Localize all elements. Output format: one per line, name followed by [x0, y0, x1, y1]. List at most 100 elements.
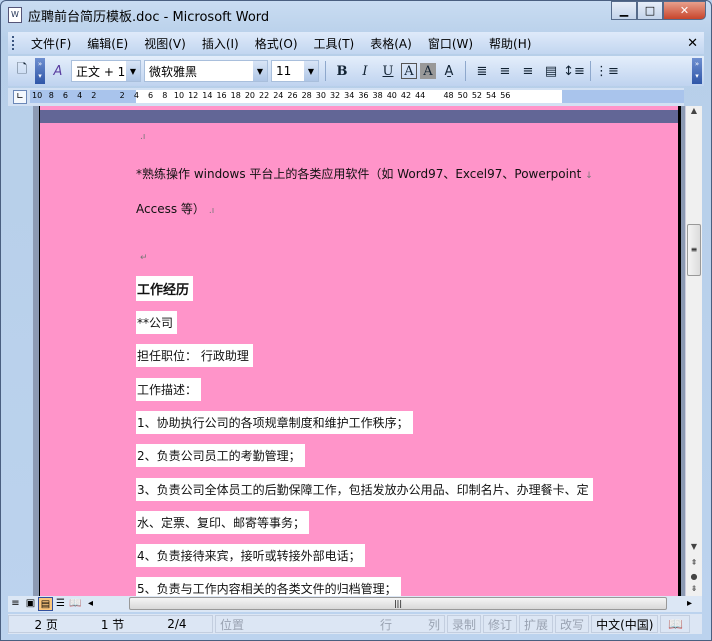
print-view-icon[interactable]: ▤ [38, 597, 53, 611]
menu-bar: 文件(F) 编辑(E) 视图(V) 插入(I) 格式(O) 工具(T) 表格(A… [8, 32, 704, 54]
ruler-number: 50 [457, 91, 468, 100]
document-page[interactable]: .ı *熟练操作 windows 平台上的各类应用软件（如 Word97、Exc… [39, 106, 681, 596]
ruler-number: 28 [301, 91, 312, 100]
chevron-down-icon[interactable]: ▼ [126, 61, 140, 81]
font-select[interactable]: 微软雅黑 ▼ [144, 60, 268, 82]
spelling-check-icon[interactable]: 📖 [660, 615, 691, 633]
vertical-scrollbar[interactable]: ▲ ≡ ▼ ⇞ ● ⇟ [685, 106, 702, 596]
style-value: 正文 + 11 [76, 64, 133, 79]
menu-format[interactable]: 格式(O) [247, 35, 306, 52]
ruler-number: 2 [119, 91, 125, 100]
empty-paragraph: ↵ [136, 249, 148, 263]
ruler-number: 34 [344, 91, 355, 100]
new-document-icon[interactable]: 🗋 [12, 61, 32, 81]
ruler-number: 38 [372, 91, 383, 100]
toolbar-grip[interactable] [12, 36, 15, 50]
window-title: 应聘前台简历模板.doc - Microsoft Word [28, 9, 270, 25]
skills-line-1: *熟练操作 windows 平台上的各类应用软件（如 Word97、Excel9… [136, 167, 593, 181]
menu-window[interactable]: 窗口(W) [420, 35, 481, 52]
ruler-number: 30 [315, 91, 326, 100]
horizontal-scroll-thumb[interactable]: ||| [129, 597, 667, 610]
duty-item: 2、负责公司员工的考勤管理； [136, 444, 305, 467]
extend-indicator[interactable]: 扩展 [519, 615, 554, 633]
scroll-up-arrow[interactable]: ▲ [686, 106, 702, 115]
ruler-number: 8 [48, 91, 54, 100]
style-select[interactable]: 正文 + 11 ▼ [71, 60, 141, 82]
scroll-thumb[interactable]: ≡ [687, 224, 701, 276]
menu-insert[interactable]: 插入(I) [194, 35, 247, 52]
scroll-left-arrow[interactable]: ◂ [83, 597, 98, 611]
menu-help[interactable]: 帮助(H) [481, 35, 539, 52]
record-indicator[interactable]: 录制 [447, 615, 482, 633]
section-heading: 工作经历 [136, 276, 194, 301]
align-justify-icon[interactable]: ≣ [472, 61, 492, 81]
font-size-value: 11 [276, 64, 292, 78]
formatting-toolbar: 🗋 » ▾ A 正文 + 11 ▼ 微软雅黑 ▼ 11 ▼ B I U A A A̱ ≣… [8, 56, 704, 86]
outline-view-icon[interactable]: ☰ [53, 597, 68, 611]
bold-button[interactable]: B [332, 61, 352, 81]
paragraph-mark: .ı [140, 132, 146, 142]
document-area[interactable]: .ı *熟练操作 windows 平台上的各类应用软件（如 Word97、Exc… [33, 106, 685, 596]
menu-edit[interactable]: 编辑(E) [79, 35, 136, 52]
reading-view-icon[interactable]: 📖 [68, 597, 83, 611]
toolbar-options-icon[interactable]: » ▾ [35, 58, 45, 84]
web-view-icon[interactable]: ▣ [23, 597, 38, 611]
align-center-icon[interactable]: ≡ [495, 61, 515, 81]
tab-selector-icon[interactable]: ∟ [13, 90, 27, 104]
ruler-number: 24 [273, 91, 284, 100]
language-indicator[interactable]: 中文(中国) [591, 615, 659, 633]
normal-view-icon[interactable]: ≡ [8, 597, 23, 611]
track-changes-indicator[interactable]: 修订 [483, 615, 518, 633]
line-spacing-icon[interactable]: ↕≡ [563, 61, 585, 81]
browse-object-icon[interactable]: ● [686, 572, 702, 581]
underline-button[interactable]: U [378, 61, 398, 81]
menu-tools[interactable]: 工具(T) [306, 35, 363, 52]
chevron-down-icon[interactable]: ▼ [253, 61, 267, 81]
skills-line-2: Access 等） .ı [136, 202, 215, 216]
page-of: 2/4 [167, 617, 187, 631]
chevron-down-icon[interactable]: ▼ [304, 61, 318, 81]
scroll-right-arrow[interactable]: ▸ [682, 597, 697, 611]
minimize-button[interactable]: ▁ [611, 1, 637, 20]
page-info: 2 页 1 节 2/4 [8, 615, 213, 633]
numbering-icon[interactable]: ⋮≡ [595, 61, 619, 81]
text: *熟练操作 windows 平台上的各类应用软件（如 Word97、Excel9… [136, 167, 582, 181]
ruler-numbers: 10 8 6 4 2 2 4 6 8 10 12 14 16 18 20 22 24 26 28 30 32 34 36 38… [30, 91, 512, 100]
menu-view[interactable]: 视图(V) [136, 35, 194, 52]
char-border-button[interactable]: A [401, 63, 417, 79]
position-label: 位置 [220, 617, 245, 632]
previous-page-icon[interactable]: ⇞ [686, 558, 702, 567]
ruler-number: 2 [91, 91, 97, 100]
menu-table[interactable]: 表格(A) [362, 35, 420, 52]
char-shading-button[interactable]: A [420, 63, 436, 79]
section-number: 1 节 [100, 617, 125, 632]
distributed-align-icon[interactable]: ▤ [541, 61, 561, 81]
duty-item: 水、定票、复印、邮寄等事务； [136, 511, 310, 534]
ruler-number: 10 [173, 91, 185, 100]
italic-button[interactable]: I [355, 61, 375, 81]
menu-file[interactable]: 文件(F) [23, 35, 79, 52]
duty-item: 1、协助执行公司的各项规章制度和维护工作秩序； [136, 411, 413, 434]
description-label: 工作描述： [136, 378, 202, 401]
duty-item: 5、负责与工作内容相关的各类文件的归档管理； [136, 577, 401, 596]
ruler-number: 22 [259, 91, 270, 100]
horizontal-ruler[interactable]: ∟ 10 8 6 4 2 2 4 6 8 10 12 14 16 18 20 22 24 26 28 30 32 34 36… [8, 88, 684, 106]
ruler-number: 20 [244, 91, 255, 100]
overtype-indicator[interactable]: 改写 [555, 615, 590, 633]
ruler-number: 32 [329, 91, 341, 100]
ruler-number: 26 [287, 91, 298, 100]
page-number: 2 页 [34, 617, 58, 632]
close-button[interactable]: ✕ [663, 1, 706, 20]
scroll-down-arrow[interactable]: ▼ [686, 542, 702, 551]
next-page-icon[interactable]: ⇟ [686, 584, 702, 593]
line-label: 行 [379, 617, 392, 632]
styles-icon[interactable]: A [48, 61, 68, 81]
toolbar-options-icon[interactable]: » ▾ [692, 58, 702, 84]
font-size-select[interactable]: 11 ▼ [271, 60, 319, 82]
close-document-icon[interactable]: ✕ [687, 36, 698, 51]
ruler-number: 16 [216, 91, 227, 100]
character-scaling-icon[interactable]: A̱ [439, 61, 459, 81]
window-controls: ▁ □ ✕ [611, 1, 706, 20]
maximize-button[interactable]: □ [637, 1, 663, 20]
align-right-icon[interactable]: ≡ [518, 61, 538, 81]
